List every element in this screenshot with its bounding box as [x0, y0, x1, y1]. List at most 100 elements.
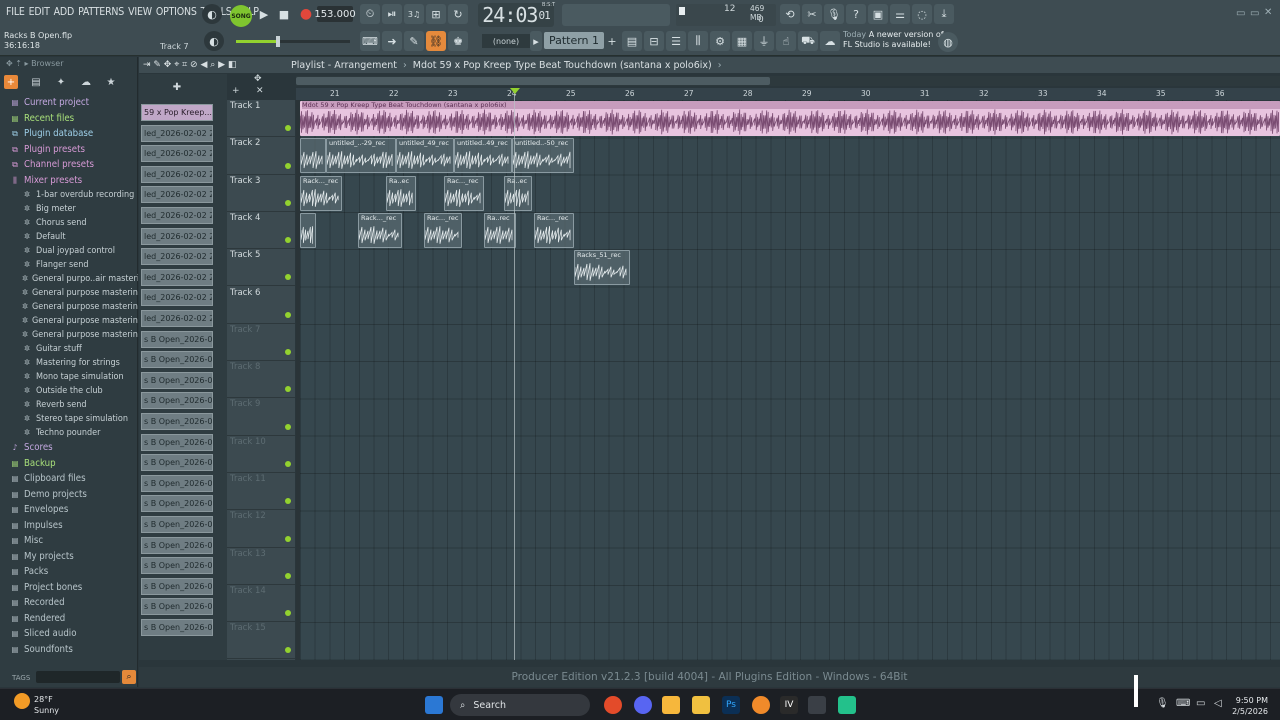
stamp-icon[interactable]: ♚ — [448, 31, 468, 51]
master-pitch-knob[interactable]: ◐ — [204, 31, 224, 51]
track-header[interactable]: Track 6 — [227, 287, 295, 324]
wait-input-icon[interactable]: ⏯ — [382, 4, 402, 24]
clip-source-item[interactable]: s B Open_2026-02-.. — [141, 454, 213, 472]
scroll-thumb[interactable] — [296, 77, 770, 85]
remove-track-icon[interactable]: ✕ — [256, 86, 264, 96]
audio-clip[interactable]: untitled_..-29_rec — [326, 138, 396, 174]
microphone-tray-icon[interactable]: 🎙 — [1156, 698, 1169, 709]
plugins-icon[interactable]: ✦ — [54, 75, 68, 89]
track-enable-led[interactable] — [285, 610, 291, 617]
network-icon[interactable]: ▭ — [1196, 698, 1205, 709]
menu-item-options[interactable]: OPTIONS — [154, 6, 199, 18]
clip-source-item[interactable]: s B Open_2026-02-.. — [141, 619, 213, 636]
browser-folder-item[interactable]: ▤ Demo projects — [0, 487, 138, 503]
track-header[interactable]: Track 7 — [227, 324, 295, 362]
piano-roll-icon[interactable]: ⊟ — [644, 31, 664, 51]
plug-icon[interactable]: ⏚ — [754, 31, 774, 51]
pattern-selector[interactable]: Pattern 1 — [544, 32, 604, 49]
track-enable-led[interactable] — [285, 572, 291, 579]
track-header[interactable]: Track 4 — [227, 212, 295, 250]
download-icon[interactable]: ⤓ — [934, 4, 954, 24]
audio-clip[interactable]: Ra..rec — [484, 212, 516, 248]
track-header[interactable]: Track 3 — [227, 175, 295, 212]
step-edit-icon[interactable]: ⊞ — [426, 4, 446, 24]
audio-clip[interactable] — [300, 212, 316, 248]
audio-clip[interactable]: Ra..ec — [504, 175, 532, 211]
clip-source-item[interactable]: s B Open_2026-02-.. — [141, 392, 213, 410]
browser-folder-item[interactable]: ▤ Soundfonts — [0, 642, 138, 658]
browser-folder-item[interactable]: ⫼ Mixer presets — [0, 173, 138, 189]
browser-folder-item[interactable]: ▤ Envelopes — [0, 502, 138, 518]
playlist-view-icon[interactable]: ▤ — [622, 31, 642, 51]
menu-item-view[interactable]: VIEW — [126, 6, 154, 18]
touch-keyboard-icon[interactable]: ☝ — [776, 31, 796, 51]
track-header[interactable]: Track 1 — [227, 100, 295, 138]
clip-source-item[interactable]: s B Open_2026-02-.. — [141, 516, 213, 533]
discord-icon[interactable] — [634, 696, 652, 714]
menu-item-edit[interactable]: EDIT — [27, 6, 52, 18]
browser-folder-item[interactable]: ▤ Clipboard files — [0, 471, 138, 487]
browser-folder-item[interactable]: ⧉ Channel presets — [0, 157, 138, 173]
audio-clip[interactable]: Rac..._rec — [444, 175, 484, 211]
clip-source-item[interactable]: led_2026-02-02 20-.. — [141, 124, 213, 142]
track-header[interactable]: Track 13 — [227, 548, 295, 585]
clip-tools-icon[interactable]: ✚ — [141, 82, 213, 96]
project-info-icon[interactable]: ⛟ — [798, 31, 818, 51]
menu-item-file[interactable]: FILE — [4, 6, 27, 18]
browser-preset-item[interactable]: ✲ Techno pounder — [0, 426, 138, 440]
clip-source-item[interactable]: led_2026-02-02 20-.. — [141, 289, 213, 307]
master-volume-slider[interactable] — [236, 36, 350, 47]
track-enable-led[interactable] — [285, 498, 291, 505]
browser-preset-item[interactable]: ✲ Outside the club — [0, 384, 138, 398]
channel-rack-icon[interactable]: ☰ — [666, 31, 686, 51]
playhead-marker-icon[interactable] — [510, 88, 520, 94]
browser-preset-item[interactable]: ✲ 1-bar overdub recording — [0, 188, 138, 202]
record-icon[interactable]: ● — [296, 4, 316, 24]
browser-preset-item[interactable]: ✲General purpose mastering 2 — [0, 286, 138, 300]
clip-source-item[interactable]: s B Open_2026-02-.. — [141, 371, 213, 389]
browser-preset-item[interactable]: ✲ Flanger send — [0, 258, 138, 272]
track-enable-led[interactable] — [285, 199, 291, 206]
browser-folder-item[interactable]: ▤ Packs — [0, 564, 138, 580]
timeline-ruler[interactable]: 21 22 23 24 25 26 27 28 29 30 31 32 33 34 35 36 — [296, 88, 1280, 100]
audio-clip[interactable] — [300, 138, 326, 174]
browser-folder-item[interactable]: ▤ My projects — [0, 549, 138, 565]
track-header[interactable]: Track 14 — [227, 585, 295, 623]
track-enable-led[interactable] — [285, 349, 291, 356]
update-notice[interactable]: Today A newer version of FL Studio is av… — [843, 30, 944, 50]
microphone-icon[interactable]: 🎙 — [824, 4, 844, 24]
browser-preset-item[interactable]: ✲ Chorus send — [0, 216, 138, 230]
loop-record-icon[interactable]: ↻ — [448, 4, 468, 24]
browser-preset-item[interactable]: ✲ General purpo..air mastering — [0, 272, 138, 286]
browser-folder-item[interactable]: ▤ Recorded — [0, 595, 138, 611]
app-window-icon[interactable] — [808, 696, 826, 714]
file-explorer-icon[interactable] — [692, 696, 710, 714]
browser-preset-item[interactable]: ✲ Dual joypad control — [0, 244, 138, 258]
clip-source-item[interactable]: led_2026-02-02 20-.. — [141, 207, 213, 224]
clip-source-item[interactable]: 59 x Pop Kreep... — [141, 104, 213, 121]
tempo-display[interactable]: 153.000 — [314, 6, 356, 22]
cloud-icon[interactable]: ☁ — [820, 31, 840, 51]
arrangement-grid[interactable]: Mdot 59 x Pop Kreep Type Beat Touchdown … — [300, 100, 1280, 660]
browser-preset-item[interactable]: ✲ Mastering for strings — [0, 356, 138, 370]
files-icon[interactable]: ▤ — [29, 75, 43, 89]
audio-clip[interactable]: Rack..._rec — [300, 175, 342, 211]
sticky-app-icon[interactable] — [662, 696, 680, 714]
browser-preset-item[interactable]: ✲ Mono tape simulation — [0, 370, 138, 384]
audio-clip[interactable]: untitled..-50_rec — [512, 138, 574, 174]
track-enable-led[interactable] — [285, 311, 291, 318]
browser-folder-item[interactable]: ▤ Misc — [0, 533, 138, 549]
clip-source-item[interactable]: led_2026-02-02 20-.. — [141, 145, 213, 163]
weather-widget[interactable]: 28°F Sunny — [34, 694, 59, 716]
clip-source-item[interactable]: led_2026-02-02 20-.. — [141, 268, 213, 286]
audio-clip[interactable]: Rack..._rec — [358, 212, 402, 248]
track-enable-led[interactable] — [285, 237, 291, 244]
cloud-library-icon[interactable]: ☁ — [79, 75, 93, 89]
pattern-prev-icon[interactable]: ▸ — [530, 31, 542, 51]
browser-preset-item[interactable]: ✲ Guitar stuff — [0, 342, 138, 356]
mixer-icon[interactable]: ⫼ — [688, 31, 708, 51]
audio-clip[interactable]: Mdot 59 x Pop Kreep Type Beat Touchdown … — [300, 101, 1280, 136]
taskbar-search[interactable]: ⌕ Search — [450, 694, 590, 716]
link-icon[interactable]: ⛓ — [426, 31, 446, 51]
keyboard-icon[interactable]: ⌨ — [360, 31, 380, 51]
